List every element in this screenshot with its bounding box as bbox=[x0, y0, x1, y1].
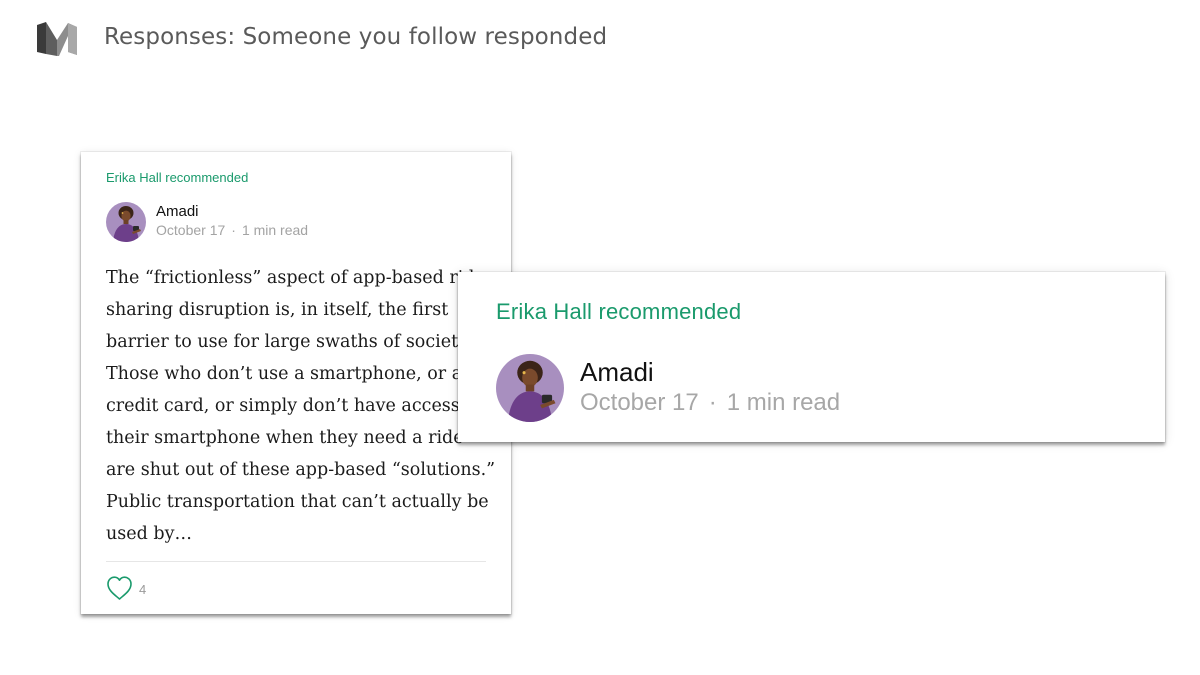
post-meta: October 17 · 1 min read bbox=[580, 388, 840, 418]
meta-separator: · bbox=[231, 222, 236, 238]
like-count: 4 bbox=[139, 581, 147, 597]
recommended-label[interactable]: Erika Hall recommended bbox=[106, 170, 248, 185]
read-time: 1 min read bbox=[726, 389, 841, 416]
excerpt-line: Those who don’t use a smartphone, or a bbox=[106, 364, 463, 384]
app-header bbox=[37, 22, 77, 58]
author-row: Amadi October 17 · 1 min read bbox=[496, 354, 840, 422]
story-card[interactable]: Erika Hall recommended Amadi October 17 ·… bbox=[81, 152, 511, 614]
excerpt-line: sharing disruption is, in itself, the fi… bbox=[106, 300, 449, 320]
story-excerpt[interactable]: The “frictionless” aspect of app-based r… bbox=[106, 262, 498, 550]
card-divider bbox=[106, 561, 486, 562]
recommended-label[interactable]: Erika Hall recommended bbox=[496, 299, 741, 325]
avatar-illustration-icon[interactable] bbox=[106, 202, 146, 242]
read-time: 1 min read bbox=[241, 222, 309, 238]
author-name[interactable]: Amadi bbox=[156, 203, 308, 221]
medium-logo-icon[interactable] bbox=[37, 22, 77, 58]
excerpt-line: their smartphone when they need a ride bbox=[106, 428, 464, 448]
post-date[interactable]: October 17 bbox=[580, 389, 699, 416]
post-meta: October 17 · 1 min read bbox=[156, 221, 308, 239]
meta-separator: · bbox=[708, 389, 717, 416]
author-meta: Amadi October 17 · 1 min read bbox=[580, 356, 840, 418]
page-title: Responses: Someone you follow responded bbox=[104, 24, 608, 50]
excerpt-line: used by… bbox=[106, 524, 192, 544]
excerpt-line: Public transportation that can’t actuall… bbox=[106, 492, 489, 512]
like-row: 4 bbox=[106, 575, 146, 601]
excerpt-line: The “frictionless” aspect of app-based r… bbox=[106, 268, 485, 288]
author-name[interactable]: Amadi bbox=[580, 356, 840, 388]
author-row: Amadi October 17 · 1 min read bbox=[106, 202, 308, 242]
post-date[interactable]: October 17 bbox=[156, 222, 225, 238]
excerpt-line: barrier to use for large swaths of socie… bbox=[106, 332, 472, 352]
author-meta: Amadi October 17 · 1 min read bbox=[156, 203, 308, 239]
excerpt-line: credit card, or simply don’t have access… bbox=[106, 396, 483, 416]
avatar-illustration-icon[interactable] bbox=[496, 354, 564, 422]
excerpt-line: are shut out of these app-based “solutio… bbox=[106, 460, 496, 480]
zoomed-story-header[interactable]: Erika Hall recommended Amadi October 17 ·… bbox=[458, 272, 1165, 442]
heart-outline-icon[interactable] bbox=[106, 575, 133, 601]
